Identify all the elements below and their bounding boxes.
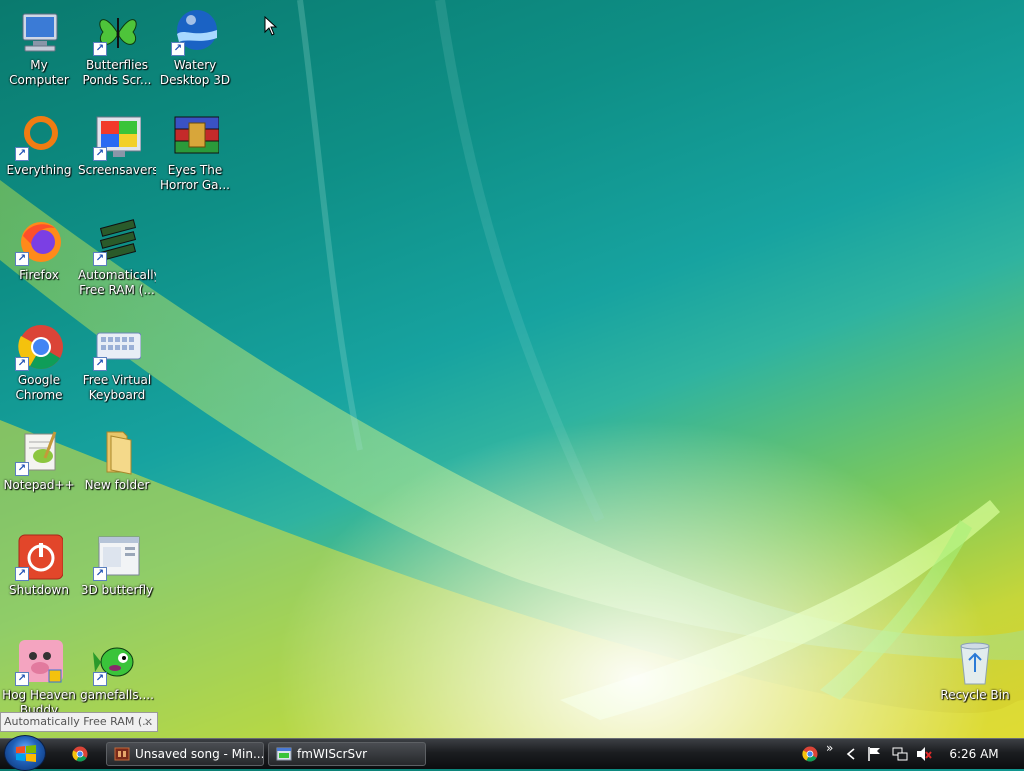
desktop-icon-new-folder[interactable]: New folder xyxy=(78,428,156,493)
firefox-icon: ↗ xyxy=(15,218,63,266)
fish-icon: ↗ xyxy=(93,638,141,686)
desktop-icon-notepad-plus-plus[interactable]: ↗ Notepad++ xyxy=(0,428,78,493)
tooltip: Automatically Free RAM (... × xyxy=(0,712,158,732)
computer-icon xyxy=(15,8,63,56)
taskbar: Unsaved song - Min... fmWIScrSvr » 6:26 … xyxy=(0,735,1024,771)
desktop-icon-eyes-the-horror-game[interactable]: Eyes The Horror Ga... xyxy=(156,113,234,193)
shortcut-arrow-icon: ↗ xyxy=(93,672,107,686)
shortcut-arrow-icon: ↗ xyxy=(15,252,29,266)
start-button[interactable] xyxy=(4,735,46,771)
desktop-icon-label: Eyes The Horror Ga... xyxy=(160,163,230,192)
shortcut-arrow-icon: ↗ xyxy=(15,567,29,581)
desktop-icon-label: Free Virtual Keyboard xyxy=(82,373,152,402)
desktop-icon-label: New folder xyxy=(84,478,150,492)
desktop-icon-hog-heaven[interactable]: ↗ Hog Heaven Buddy Page... xyxy=(0,638,78,718)
shortcut-arrow-icon: ↗ xyxy=(93,357,107,371)
desktop-icon-label: gamefalls.... xyxy=(80,688,154,702)
desktop-icon-label: Watery Desktop 3D xyxy=(159,58,231,87)
desktop-icon-3d-butterfly[interactable]: ↗ 3D butterfly xyxy=(78,533,156,598)
chrome-icon: ↗ xyxy=(15,323,63,371)
shortcut-arrow-icon: ↗ xyxy=(171,42,185,56)
screensaver-monitor-icon: ↗ xyxy=(93,113,142,161)
desktop-icon-watery-desktop-3d[interactable]: ↗ Watery Desktop 3D xyxy=(156,8,234,88)
desktop-icon-label: 3D butterfly xyxy=(80,583,154,597)
globe-water-icon: ↗ xyxy=(171,8,219,56)
desktop-icon-gamefalls[interactable]: ↗ gamefalls.... xyxy=(78,638,156,703)
desktop-icon-label: My Computer xyxy=(9,58,69,87)
volume-muted-icon[interactable] xyxy=(916,746,932,762)
desktop-icon-label: Automatically Free RAM (... xyxy=(78,268,156,297)
winrar-archive-icon xyxy=(171,113,220,161)
desktop-icon-label: Screensavers xyxy=(78,163,156,177)
desktop-icon-label: Notepad++ xyxy=(3,478,75,492)
tooltip-text: Automatically Free RAM (... xyxy=(4,715,153,728)
music-app-icon xyxy=(114,747,130,761)
butterfly-icon: ↗ xyxy=(93,8,141,56)
taskbar-button-fmwiscrsvr[interactable]: fmWIScrSvr xyxy=(268,742,426,766)
desktop-icon-recycle-bin[interactable]: Recycle Bin xyxy=(936,638,1014,703)
desktop-icon-everything[interactable]: ↗ Everything xyxy=(0,113,78,178)
shortcut-arrow-icon: ↗ xyxy=(93,252,107,266)
system-clock[interactable]: 6:26 AM xyxy=(946,739,1002,769)
shortcut-arrow-icon: ↗ xyxy=(15,672,29,686)
network-icon[interactable] xyxy=(892,746,908,762)
action-center-flag-icon[interactable] xyxy=(866,746,882,762)
taskbar-button-unsaved-song[interactable]: Unsaved song - Min... xyxy=(106,742,264,766)
desktop-icon-label: Google Chrome xyxy=(15,373,63,402)
shortcut-arrow-icon: ↗ xyxy=(93,42,107,56)
shortcut-arrow-icon: ↗ xyxy=(93,567,107,581)
desktop-icon-firefox[interactable]: ↗ Firefox xyxy=(0,218,78,283)
desktop-icon-label: Shutdown xyxy=(9,583,69,597)
desktop-icon-screensavers[interactable]: ↗ Screensavers xyxy=(78,113,156,178)
tooltip-close-icon[interactable]: × xyxy=(144,713,153,731)
quicklaunch-chrome-icon[interactable] xyxy=(72,746,88,762)
shortcut-arrow-icon: ↗ xyxy=(93,147,107,161)
desktop-icon-label: Everything xyxy=(6,163,72,177)
taskbar-button-label: Unsaved song - Min... xyxy=(135,747,264,761)
desktop-icon-automatically-free-ram[interactable]: ↗ Automatically Free RAM (... xyxy=(78,218,156,298)
desktop-icon-my-computer[interactable]: My Computer xyxy=(0,8,78,88)
desktop-icon-free-virtual-keyboard[interactable]: ↗ Free Virtual Keyboard xyxy=(78,323,156,403)
shortcut-arrow-icon: ↗ xyxy=(15,147,29,161)
desktop-icon-google-chrome[interactable]: ↗ Google Chrome xyxy=(0,323,78,403)
search-ring-icon: ↗ xyxy=(15,113,63,161)
desktop-icon-label: Recycle Bin xyxy=(940,688,1010,702)
folder-icon xyxy=(93,428,141,476)
screensaver-window-icon: ↗ xyxy=(93,533,141,581)
tray-chrome-icon[interactable] xyxy=(802,746,818,762)
desktop-icon-butterflies-ponds[interactable]: ↗ Butterflies Ponds Scr... xyxy=(78,8,156,88)
recycle-bin-icon xyxy=(951,638,999,686)
show-hidden-icons-chevron-icon[interactable] xyxy=(846,748,856,760)
ram-chip-icon: ↗ xyxy=(93,218,141,266)
desktop-icon-label: Butterflies Ponds Scr... xyxy=(82,58,152,87)
notepad-plus-plus-icon: ↗ xyxy=(15,428,63,476)
pig-icon: ↗ xyxy=(15,638,63,686)
power-icon: ↗ xyxy=(15,533,64,581)
shortcut-arrow-icon: ↗ xyxy=(15,357,29,371)
mouse-cursor-icon xyxy=(264,16,278,36)
keyboard-icon: ↗ xyxy=(93,323,142,371)
taskbar-button-label: fmWIScrSvr xyxy=(297,747,368,761)
toolbar-overflow-icon[interactable]: » xyxy=(826,741,833,755)
desktop-icon-label: Firefox xyxy=(19,268,59,282)
window-app-icon xyxy=(276,747,292,761)
shortcut-arrow-icon: ↗ xyxy=(15,462,29,476)
desktop-icon-shutdown[interactable]: ↗ Shutdown xyxy=(0,533,78,598)
windows-logo-icon xyxy=(16,745,36,762)
